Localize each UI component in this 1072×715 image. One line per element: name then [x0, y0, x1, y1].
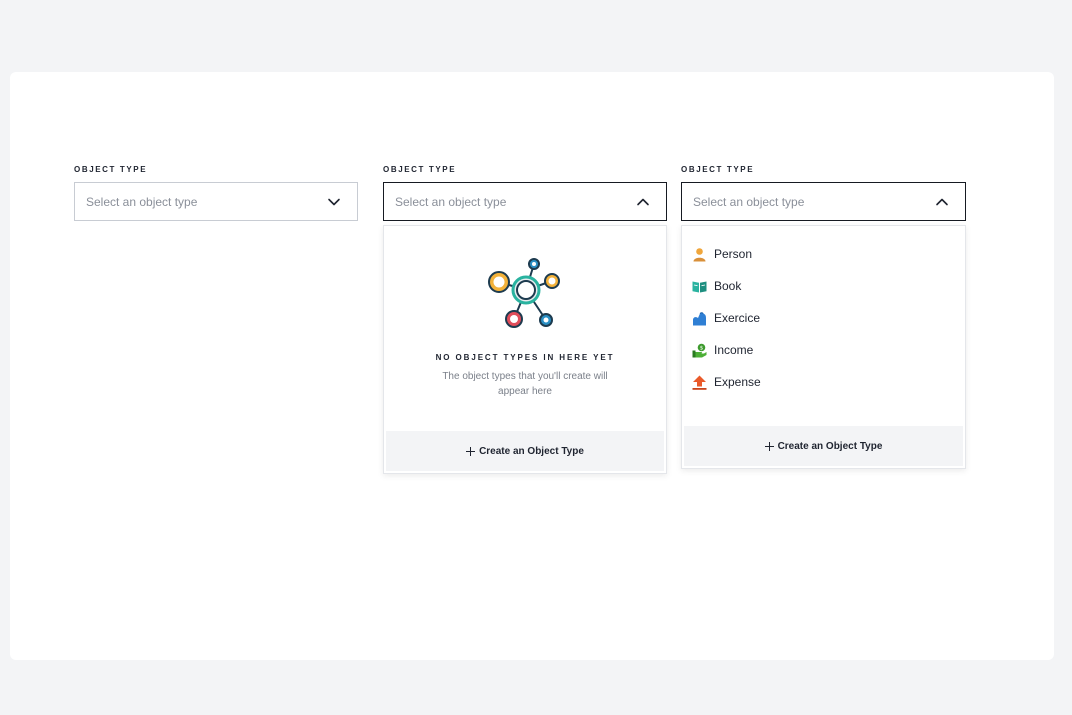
- select-placeholder-3: Select an object type: [693, 194, 805, 209]
- option-label-person: Person: [714, 247, 753, 261]
- empty-state-title: No object types in here yet: [435, 353, 615, 362]
- person-icon: [693, 247, 706, 261]
- option-person[interactable]: Person: [692, 242, 952, 266]
- create-object-type-button-2[interactable]: Create an Object Type: [684, 426, 963, 466]
- svg-text:$: $: [700, 345, 704, 351]
- chevron-up-icon: [936, 198, 948, 206]
- option-exercice[interactable]: Exercice: [692, 306, 952, 330]
- option-label-income: Income: [714, 343, 754, 357]
- option-label-expense: Expense: [714, 375, 761, 389]
- option-income[interactable]: $ Income: [692, 338, 952, 362]
- field-label-2: Object type: [383, 165, 457, 174]
- field-label-3: Object type: [681, 165, 755, 174]
- object-type-select-1[interactable]: Select an object type: [74, 182, 358, 221]
- create-object-type-label-1: Create an Object Type: [479, 445, 584, 457]
- chevron-down-icon: [328, 198, 340, 206]
- network-nodes-illustration-icon: [488, 258, 560, 328]
- option-label-book: Book: [714, 279, 742, 293]
- chevron-up-icon: [637, 198, 649, 206]
- dropdown-empty: No object types in here yet The object t…: [383, 225, 667, 474]
- option-label-exercice: Exercice: [714, 311, 761, 325]
- book-icon: [692, 281, 707, 292]
- create-object-type-button-1[interactable]: Create an Object Type: [386, 431, 664, 471]
- plus-icon: [466, 446, 476, 456]
- field-label-1: Object type: [74, 165, 148, 174]
- select-placeholder-2: Select an object type: [395, 194, 507, 209]
- flexed-arm-icon: [693, 311, 706, 325]
- select-placeholder-1: Select an object type: [86, 194, 198, 209]
- object-type-select-2[interactable]: Select an object type: [383, 182, 667, 221]
- option-book[interactable]: Book: [692, 274, 952, 298]
- money-hand-icon: $: [692, 343, 707, 357]
- empty-state-description: The object types that you'll create will…: [442, 371, 608, 397]
- dropdown-options: Person Book Exercice $ Income Expense Cr…: [681, 225, 966, 469]
- upload-arrow-icon: [692, 375, 707, 390]
- object-type-select-3[interactable]: Select an object type: [681, 182, 966, 221]
- plus-icon: [764, 441, 774, 451]
- option-expense[interactable]: Expense: [692, 370, 952, 394]
- create-object-type-label-2: Create an Object Type: [777, 440, 883, 452]
